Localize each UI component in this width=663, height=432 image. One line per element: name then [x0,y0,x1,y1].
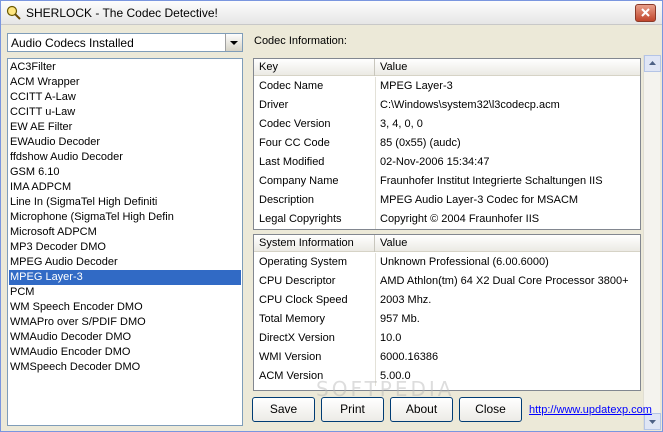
system-info-header: System Information Value [254,235,640,252]
codec-info-row[interactable]: Four CC Code 85 (0x55) (audc) [254,134,640,153]
row-key: Codec Name [259,80,324,92]
row-key: Company Name [259,175,339,187]
row-key: Four CC Code [259,137,330,149]
codec-list-item[interactable]: MP3 Decoder DMO [9,240,241,255]
window-title: SHERLOCK - The Codec Detective! [26,6,218,20]
codec-type-selected: Audio Codecs Installed [11,36,134,50]
row-key: DirectX Version [259,332,335,344]
row-value: 02-Nov-2006 15:34:47 [380,156,490,168]
row-value: AMD Athlon(tm) 64 X2 Dual Core Processor… [380,275,629,287]
system-info-row[interactable]: CPU Clock Speed 2003 Mhz. [254,291,640,310]
codec-info-row[interactable]: Last Modified 02-Nov-2006 15:34:47 [254,153,640,172]
column-divider [375,77,376,229]
print-button[interactable]: Print [321,397,384,422]
save-button[interactable]: Save [252,397,315,422]
column-header-system-value[interactable]: Value [375,235,640,252]
arrow-down-icon [649,420,656,424]
codec-list-item[interactable]: WMSpeech Decoder DMO [9,360,241,375]
window-close-button[interactable] [635,4,656,22]
system-info-row[interactable]: Total Memory 957 Mb. [254,310,640,329]
codec-info-row[interactable]: Description MPEG Audio Layer-3 Codec for … [254,191,640,210]
codec-list-item[interactable]: EW AE Filter [9,120,241,135]
column-header-value[interactable]: Value [375,59,640,76]
row-value: Fraunhofer Institut Integrierte Schaltun… [380,175,603,187]
chevron-down-icon [230,41,238,45]
row-value: C:\Windows\system32\l3codecp.acm [380,99,560,111]
codec-list-item[interactable]: ACM Wrapper [9,75,241,90]
row-key: CPU Descriptor [259,275,336,287]
codec-list-item[interactable]: CCITT u-Law [9,105,241,120]
arrow-up-icon [649,61,656,65]
system-info-row[interactable]: WMI Version 6000.16386 [254,348,640,367]
codec-list-item[interactable]: ffdshow Audio Decoder [9,150,241,165]
row-key: Description [259,194,315,206]
codec-list-item[interactable]: WMAPro over S/PDIF DMO [9,315,241,330]
row-key: Operating System [259,256,348,268]
dropdown-button[interactable] [225,34,242,51]
column-divider [375,253,376,386]
codec-info-header: Key Value [254,59,640,76]
row-value: MPEG Audio Layer-3 Codec for MSACM [380,194,579,206]
codec-list-item[interactable]: MPEG Audio Decoder [9,255,241,270]
client-area: Audio Codecs Installed AC3Filter ACM Wrap… [1,26,662,431]
codec-type-dropdown[interactable]: Audio Codecs Installed [7,33,243,52]
codec-list-item[interactable]: IMA ADPCM [9,180,241,195]
row-value: MPEG Layer-3 [380,80,453,92]
codec-info-row[interactable]: Legal Copyrights Copyright © 2004 Fraunho… [254,210,640,229]
row-key: CPU Clock Speed [259,294,348,306]
codec-info-row[interactable]: Codec Version 3, 4, 0, 0 [254,115,640,134]
website-link[interactable]: http://www.updatexp.com [529,404,652,416]
codec-list-item[interactable]: WM Speech Encoder DMO [9,300,241,315]
codec-list-item[interactable]: Microphone (SigmaTel High Defin [9,210,241,225]
row-key: Total Memory [259,313,326,325]
row-value: 6000.16386 [380,351,439,363]
codec-list-item[interactable]: WMAudio Encoder DMO [9,345,241,360]
codec-list-item[interactable]: EWAudio Decoder [9,135,241,150]
codec-list-item[interactable]: AC3Filter [9,60,241,75]
codec-list-item[interactable]: MPEG Layer-3 [9,270,241,285]
row-key: Codec Version [259,118,331,130]
system-info-row[interactable]: Operating System Unknown Professional (6.… [254,253,640,272]
main-window: SHERLOCK - The Codec Detective! Audio Co… [0,0,663,432]
system-info-row[interactable]: CPU Descriptor AMD Athlon(tm) 64 X2 Dual … [254,272,640,291]
vertical-scrollbar[interactable] [643,55,661,430]
codec-info-row[interactable]: Codec Name MPEG Layer-3 [254,77,640,96]
row-value: 3, 4, 0, 0 [380,118,423,130]
about-button[interactable]: About [390,397,453,422]
row-key: Last Modified [259,156,325,168]
codec-info-table[interactable]: Key Value Codec Name MPEG Layer-3 Driver C:… [253,58,641,230]
codec-info-row[interactable]: Driver C:\Windows\system32\l3codecp.acm [254,96,640,115]
close-icon [641,8,650,17]
row-key: Driver [259,99,289,111]
codec-info-row[interactable]: Company Name Fraunhofer Institut Integrie… [254,172,640,191]
row-key: WMI Version [259,351,322,363]
codec-list-item[interactable]: PCM [9,285,241,300]
codec-list-item[interactable]: Line In (SigmaTel High Definiti [9,195,241,210]
codec-info-label: Codec Information: [254,35,347,47]
codec-list-item[interactable]: Microsoft ADPCM [9,225,241,240]
row-value: Copyright © 2004 Fraunhofer IIS [380,213,540,225]
sherlock-app-icon [6,5,21,20]
scroll-up-button[interactable] [644,55,661,72]
row-value: 85 (0x55) (audc) [380,137,461,149]
codec-list-item[interactable]: WMAudio Decoder DMO [9,330,241,345]
close-button[interactable]: Close [459,397,522,422]
system-info-row[interactable]: DirectX Version 10.0 [254,329,640,348]
row-value: 2003 Mhz. [380,294,432,306]
column-header-system-information[interactable]: System Information [254,235,375,252]
row-value: 10.0 [380,332,402,344]
row-key: Legal Copyrights [259,213,342,225]
row-value: 957 Mb. [380,313,420,325]
system-info-table[interactable]: System Information Value Operating Syste… [253,234,641,391]
title-bar[interactable]: SHERLOCK - The Codec Detective! [1,1,662,25]
row-value: Unknown Professional (6.00.6000) [380,256,549,268]
codec-list-item[interactable]: CCITT A-Law [9,90,241,105]
column-header-key[interactable]: Key [254,59,375,76]
codec-list[interactable]: AC3Filter ACM Wrapper CCITT A-Law CCITT u-L… [7,58,243,426]
codec-list-item[interactable]: GSM 6.10 [9,165,241,180]
